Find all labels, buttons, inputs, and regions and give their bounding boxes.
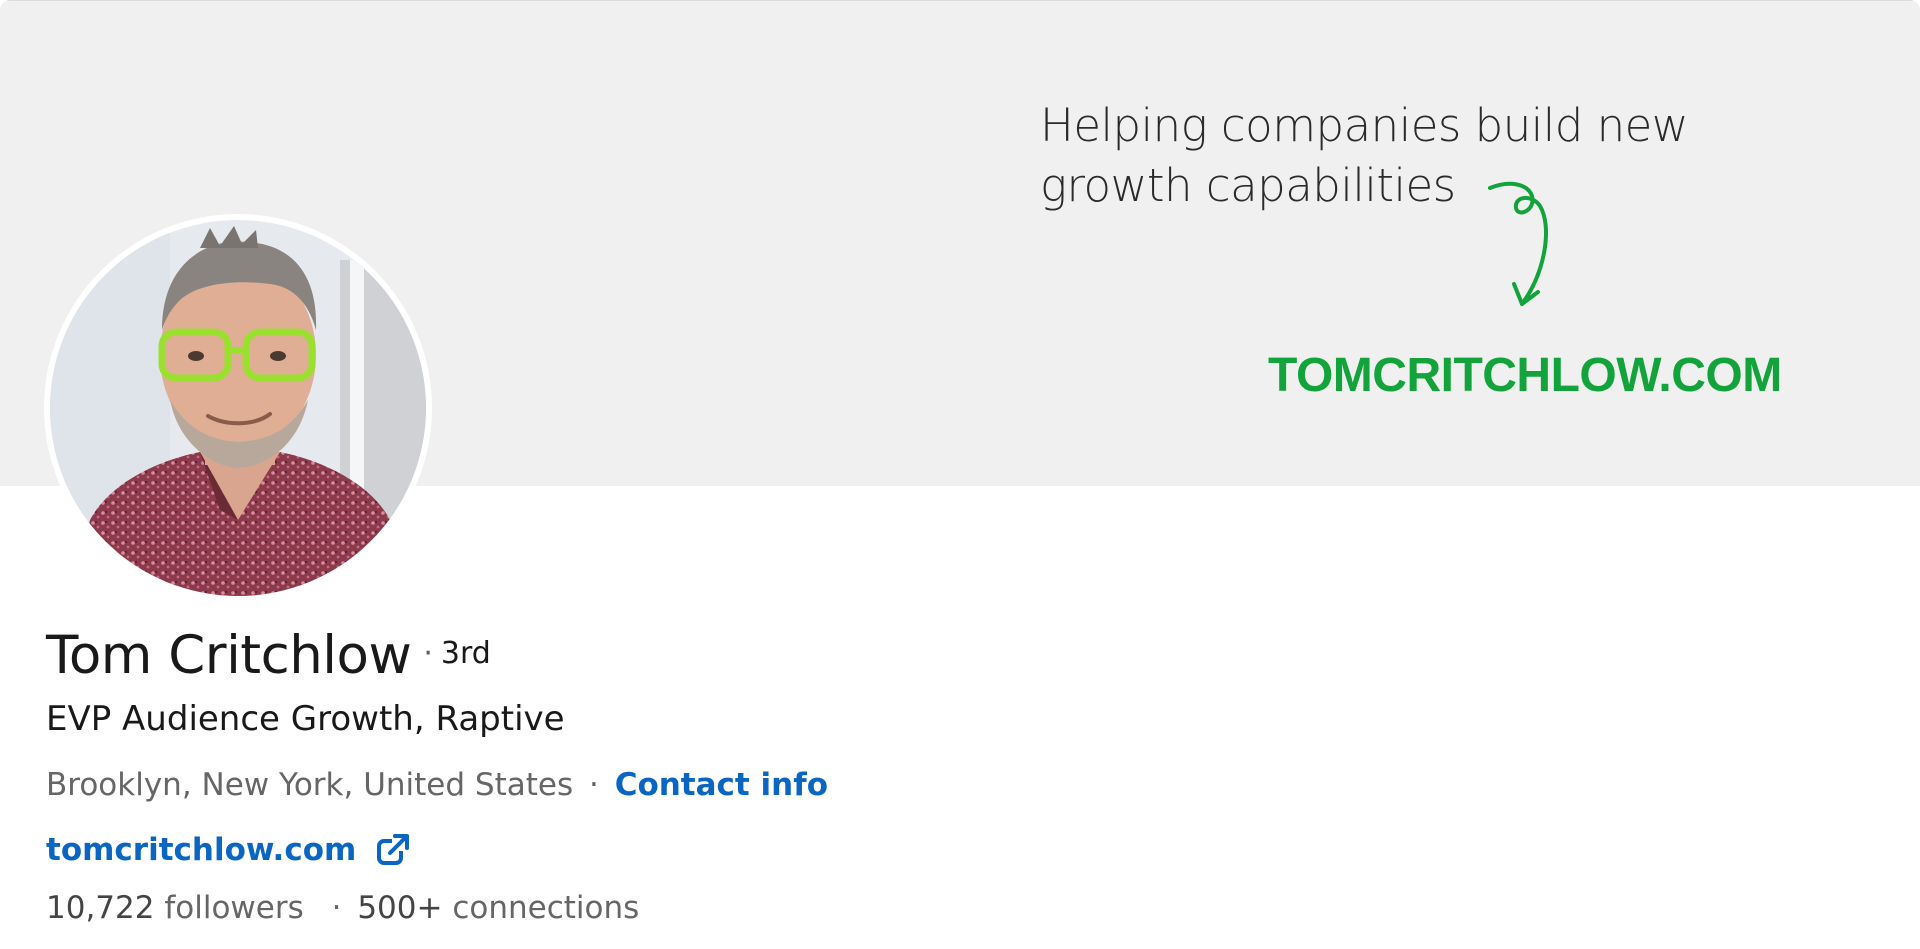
location-row: Brooklyn, New York, United States · Cont… xyxy=(46,767,1346,811)
connection-degree: · 3rd xyxy=(423,636,490,671)
banner-site: TOMCRITCHLOW.COM xyxy=(1268,349,1782,402)
contact-info-link[interactable]: Contact info xyxy=(615,767,828,803)
degree-separator: · xyxy=(423,636,433,671)
website-link[interactable]: tomcritchlow.com xyxy=(46,832,356,868)
profile-card: Helping companies build new growth capab… xyxy=(0,0,1920,949)
profile-location: Brooklyn, New York, United States xyxy=(46,767,574,803)
followers-count: 10,722 xyxy=(46,890,155,926)
banner-tagline: Helping companies build new growth capab… xyxy=(1040,96,1800,216)
degree-label: 3rd xyxy=(440,636,491,671)
connections-label: connections xyxy=(452,890,640,926)
external-link-icon[interactable] xyxy=(376,833,410,867)
profile-name: Tom Critchlow xyxy=(46,625,412,686)
banner-tagline-line1: Helping companies build new xyxy=(1040,99,1689,152)
profile-info: Tom Critchlow · 3rd EVP Audience Growth, … xyxy=(46,625,1346,934)
banner-tagline-line2: growth capabilities xyxy=(1040,159,1456,212)
avatar-photo xyxy=(50,220,426,596)
name-row: Tom Critchlow · 3rd xyxy=(46,625,1346,693)
connections-count: 500+ xyxy=(357,890,443,926)
website-row: tomcritchlow.com xyxy=(46,828,1346,872)
followers-label: followers xyxy=(164,890,304,926)
curly-arrow-down-icon xyxy=(1488,181,1548,306)
connections-link[interactable]: 500+ connections xyxy=(357,890,639,926)
profile-headline: EVP Audience Growth, Raptive xyxy=(46,699,565,739)
stats-row: 10,722 followers · 500+ connections xyxy=(46,890,1346,934)
avatar[interactable] xyxy=(50,220,426,596)
location-separator: · xyxy=(588,767,599,803)
connections-separator: · xyxy=(331,890,342,926)
